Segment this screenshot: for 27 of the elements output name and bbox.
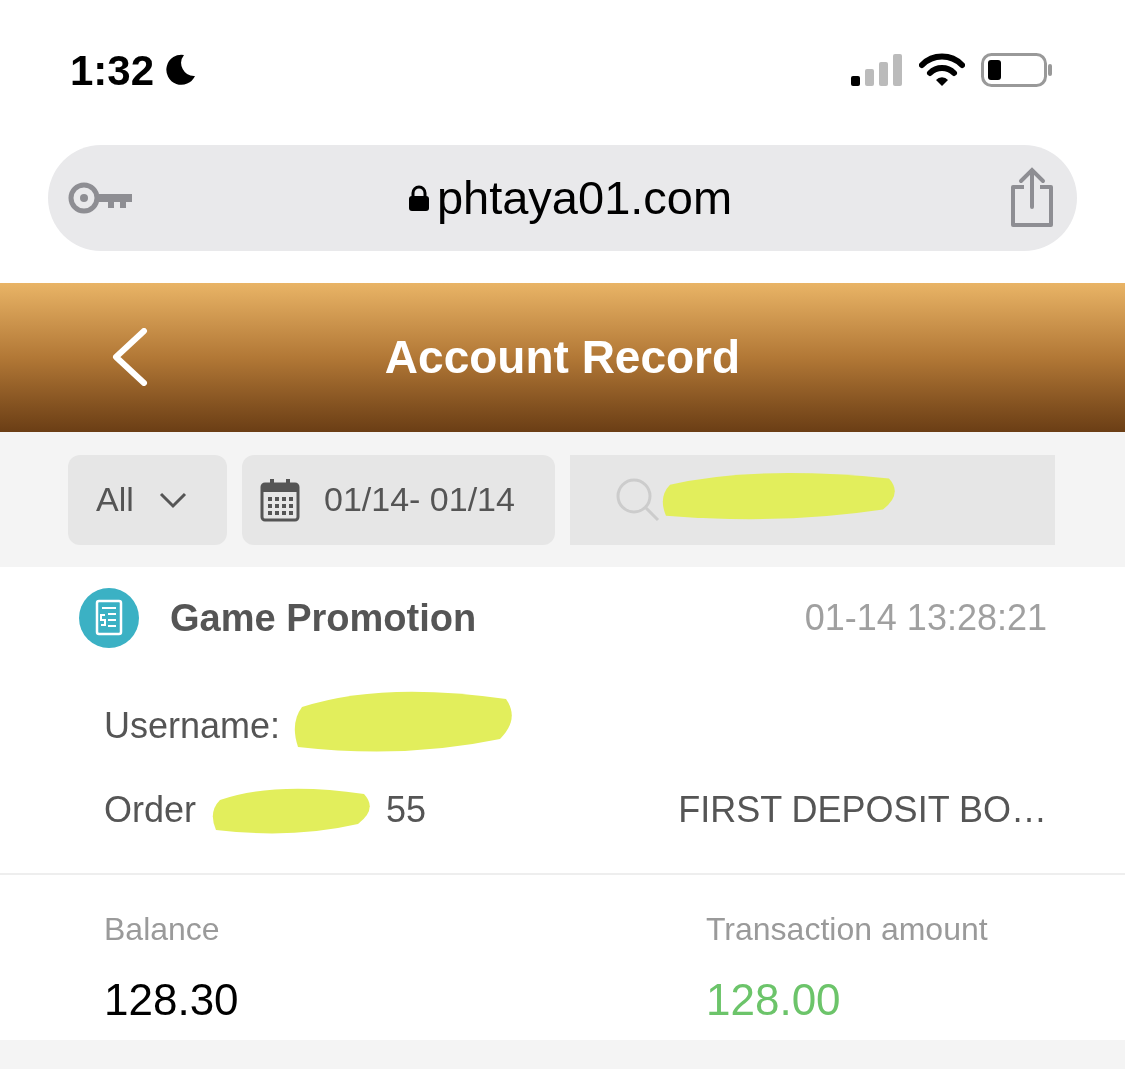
search-field[interactable] <box>570 454 1055 545</box>
calendar-icon <box>260 477 300 522</box>
type-dropdown[interactable]: All <box>68 454 227 545</box>
url-text: phtaya01.com <box>436 169 733 226</box>
battery-icon <box>981 53 1053 87</box>
back-icon[interactable] <box>110 328 150 386</box>
amount-label: Transaction amount <box>706 910 989 949</box>
order-label: Order <box>104 788 197 832</box>
signal-icon <box>851 54 903 86</box>
page-title: Account Record <box>384 330 741 385</box>
search-icon <box>615 476 661 523</box>
receipt-icon <box>78 587 140 649</box>
chevron-down-icon <box>157 490 188 509</box>
wifi-icon <box>919 53 965 87</box>
order-number: 55 <box>386 788 427 832</box>
record-title: Game Promotion <box>170 595 477 641</box>
address-bar[interactable]: phtaya01.com <box>48 145 1077 251</box>
username-label: Username: <box>104 705 281 746</box>
key-icon[interactable] <box>68 181 134 215</box>
record-time: 01-14 13:28:21 <box>804 596 1047 640</box>
balance-label: Balance <box>104 910 221 949</box>
clock-time: 1:32 <box>70 45 155 96</box>
date-range-picker[interactable]: 01/14- 01/14 <box>242 454 555 545</box>
amount-value: 128.00 <box>706 974 842 1026</box>
balance-value: 128.30 <box>104 974 239 1026</box>
record-description: FIRST DEPOSIT BO… <box>678 788 1047 832</box>
lock-icon <box>408 185 429 211</box>
